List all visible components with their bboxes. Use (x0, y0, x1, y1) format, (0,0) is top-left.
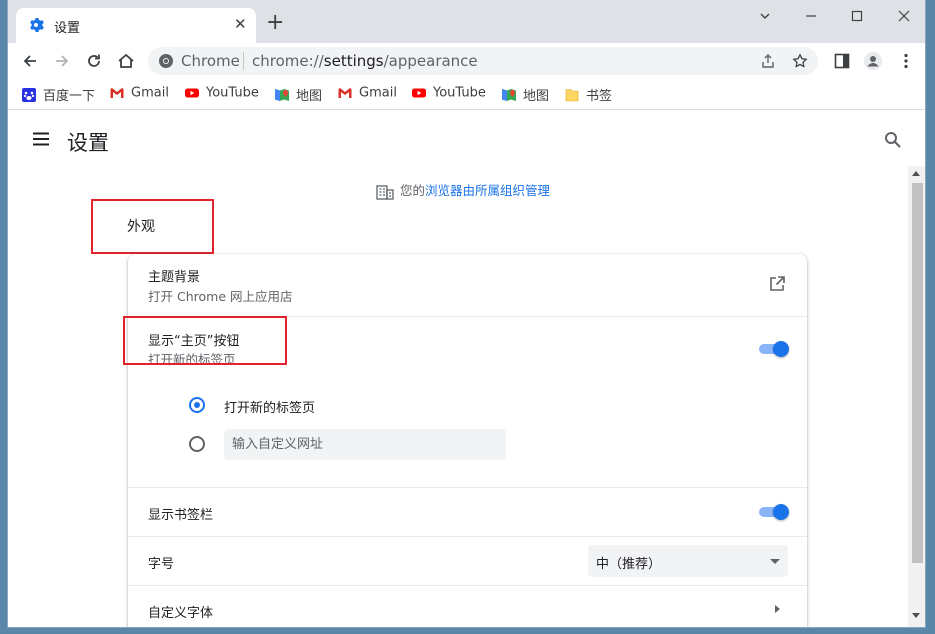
divider (128, 536, 807, 537)
building-icon (376, 184, 394, 200)
managed-prefix: 您的 (400, 183, 426, 198)
scroll-up-arrow-icon[interactable] (912, 171, 920, 176)
bookmark-label: YouTube (206, 85, 259, 101)
home-button-title: 显示“主页”按钮 (148, 334, 240, 349)
tab-title: 设置 (54, 21, 81, 36)
custom-fonts-title: 自定义字体 (148, 606, 214, 621)
bookmark-item[interactable]: Gmail (337, 85, 397, 103)
bookmark-label: 地图 (296, 89, 323, 104)
maps-icon (502, 88, 516, 101)
bookmark-label: 地图 (523, 89, 550, 104)
close-window-icon[interactable] (884, 5, 924, 27)
bookmark-label: 百度一下 (43, 89, 96, 104)
folder-icon (565, 88, 579, 101)
dropdown-arrow-icon (770, 559, 780, 564)
browser-window: 设置 ✕ + Chrome chrome://settings/appearan… (8, 0, 925, 627)
section-title-appearance: 外观 (127, 219, 155, 235)
gmail-icon (110, 88, 124, 98)
bookmarks-bar-title: 显示书签栏 (148, 508, 214, 523)
bookmark-item[interactable]: 百度一下 (21, 85, 96, 104)
divider (128, 316, 807, 317)
share-icon[interactable] (760, 53, 776, 69)
url-path: /appearance (383, 52, 478, 70)
omnibox[interactable]: Chrome chrome://settings/appearance (148, 47, 818, 75)
appearance-card: 主题背景 打开 Chrome 网上应用店 显示“主页”按钮 打开新的标签页 打开… (128, 254, 807, 627)
radio-new-tab-label: 打开新的标签页 (224, 401, 316, 416)
bookmarks-bar: 百度一下 Gmail YouTube 地图 Gmail YouTube 地图 书… (8, 80, 925, 110)
close-icon[interactable]: ✕ (234, 15, 247, 33)
tab-strip: 设置 ✕ + (8, 0, 925, 43)
bookmark-item[interactable]: Gmail (109, 85, 169, 103)
scrollbar-thumb[interactable] (912, 183, 923, 563)
tab-search-dropdown-icon[interactable] (745, 5, 785, 27)
managed-link[interactable]: 浏览器由所属组织管理 (425, 183, 550, 198)
settings-header: 设置 (8, 110, 925, 162)
bookmark-item[interactable]: YouTube (411, 85, 486, 103)
radio-new-tab[interactable] (189, 397, 205, 413)
bookmarks-bar-toggle[interactable] (757, 504, 789, 520)
side-panel-icon[interactable] (832, 51, 852, 71)
more-menu-icon[interactable] (896, 51, 916, 71)
forward-arrow-icon[interactable] (52, 51, 72, 71)
bookmark-item[interactable]: YouTube (184, 85, 259, 103)
scroll-down-arrow-icon[interactable] (912, 613, 920, 618)
font-size-value: 中（推荐） (596, 557, 662, 572)
home-icon[interactable] (116, 51, 136, 71)
divider (128, 585, 807, 586)
chrome-icon (159, 54, 173, 68)
page-title: 设置 (67, 131, 109, 155)
youtube-icon (412, 88, 426, 98)
omnibox-url[interactable]: chrome://settings/appearance (252, 52, 478, 70)
search-icon[interactable] (884, 131, 902, 149)
bookmark-label: Gmail (131, 85, 169, 101)
managed-notice: 您的浏览器由所属组织管理 (376, 180, 550, 200)
theme-title: 主题背景 (148, 270, 201, 285)
new-tab-button[interactable]: + (266, 12, 284, 34)
home-button-toggle[interactable] (757, 341, 789, 357)
custom-url-input[interactable] (224, 429, 506, 460)
external-link-icon[interactable] (768, 275, 786, 293)
hamburger-menu-icon[interactable] (33, 132, 49, 146)
toolbar: Chrome chrome://settings/appearance (8, 43, 925, 79)
bookmark-label: YouTube (433, 85, 486, 101)
font-size-select[interactable]: 中（推荐） (588, 545, 788, 577)
bookmark-item[interactable]: 书签 (564, 85, 613, 104)
omnibox-site-label: Chrome (181, 52, 240, 70)
omnibox-separator (243, 52, 244, 70)
bookmark-label: Gmail (359, 85, 397, 101)
reload-icon[interactable] (84, 51, 104, 71)
bookmark-item[interactable]: 地图 (501, 85, 550, 104)
bookmark-item[interactable]: 地图 (274, 85, 323, 104)
maps-icon (275, 88, 289, 101)
bookmark-label: 书签 (586, 89, 613, 104)
bookmark-star-icon[interactable] (792, 53, 808, 69)
minimize-icon[interactable] (791, 5, 831, 27)
baidu-icon (22, 87, 36, 102)
back-arrow-icon[interactable] (20, 51, 40, 71)
tab-settings[interactable]: 设置 ✕ (16, 8, 256, 43)
profile-avatar-icon[interactable] (863, 51, 883, 71)
chevron-right-icon (775, 605, 780, 613)
divider (128, 487, 807, 488)
theme-subtitle: 打开 Chrome 网上应用店 (148, 289, 293, 304)
url-host: settings (323, 52, 384, 70)
home-button-subtitle: 打开新的标签页 (148, 352, 236, 367)
settings-gear-icon (30, 18, 44, 32)
scrollbar[interactable] (908, 166, 925, 627)
maximize-icon[interactable] (837, 5, 877, 27)
font-size-title: 字号 (148, 557, 175, 572)
youtube-icon (185, 88, 199, 98)
radio-custom-url[interactable] (189, 436, 205, 452)
url-scheme: chrome:// (252, 52, 324, 70)
gmail-icon (338, 88, 352, 98)
